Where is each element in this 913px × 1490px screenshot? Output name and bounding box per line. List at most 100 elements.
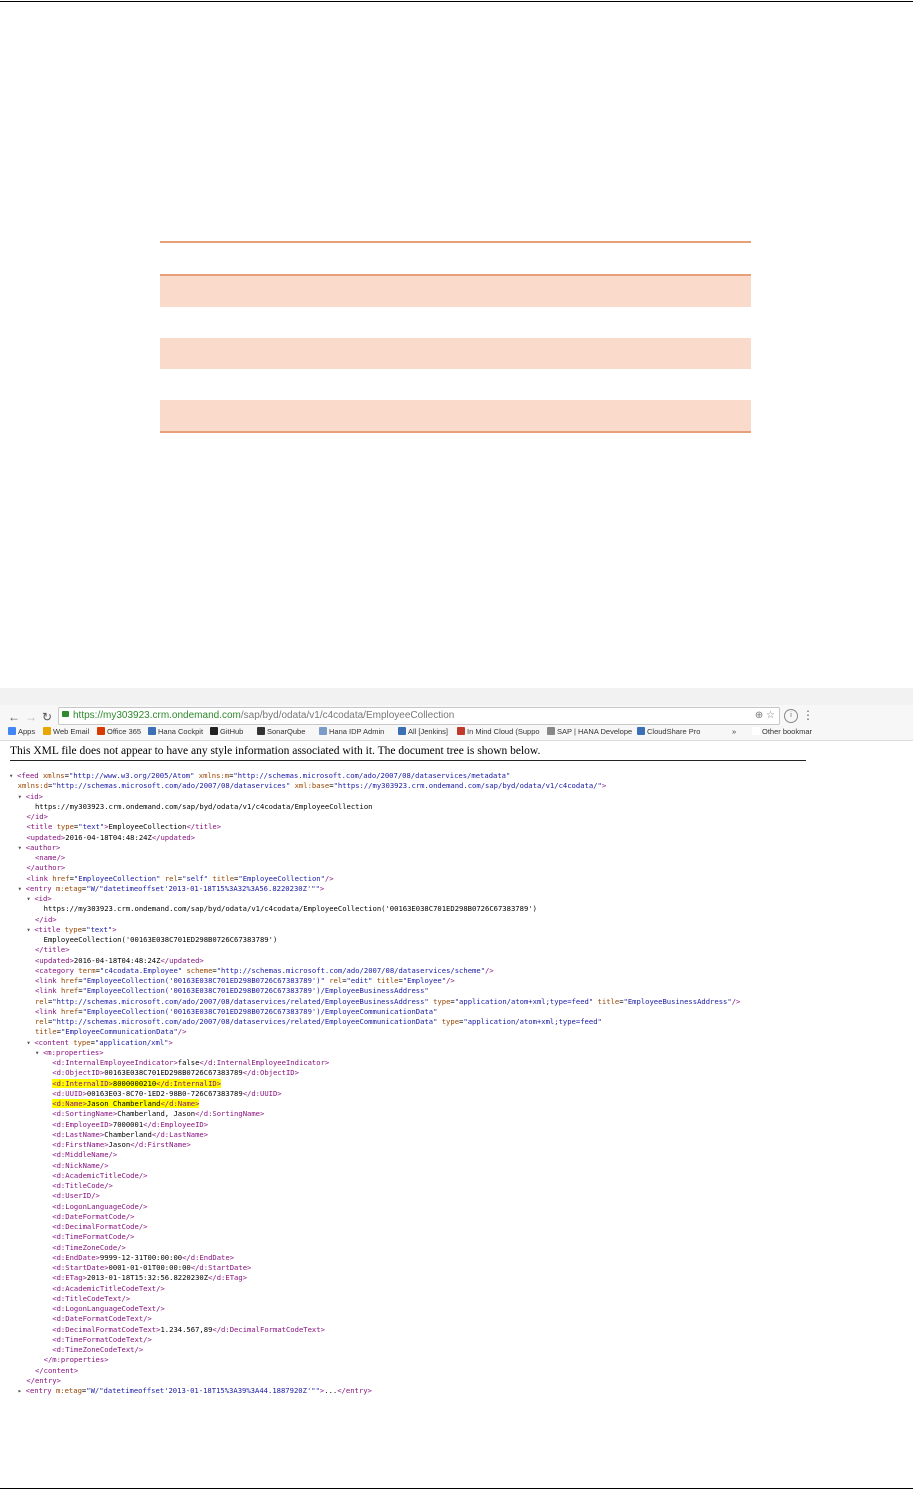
table-header-row	[160, 243, 751, 276]
xml-line: <d:TimeFormatCode/>	[52, 1232, 135, 1242]
xml-line: <updated>2016-04-18T04:48:24Z</updated>	[34, 955, 204, 965]
bookmark-label: SonarQube	[267, 727, 306, 736]
xml-line: </title>	[34, 945, 70, 955]
xml-line: <title type="text">EmployeeCollection</t…	[26, 822, 222, 832]
bookmark-label: CloudShare Pro	[647, 727, 701, 736]
bookmark-label: In Mind Cloud (Suppo	[467, 727, 540, 736]
xml-line: ▾ <feed xmlns="http://www.w3.org/2005/Ato…	[9, 771, 511, 780]
xml-line: <d:TimeFormatCodeText/>	[52, 1334, 152, 1344]
xml-line: <d:MiddleName/>	[52, 1150, 118, 1160]
table-row	[160, 307, 751, 338]
xml-line: <d:InternalEmployeeIndicator>false</d:In…	[52, 1058, 330, 1067]
xml-line: ▾ <entry m:etag="W/"datetimeoffset'2013-0…	[17, 883, 325, 893]
menu-icon[interactable]: ⋮	[802, 708, 814, 722]
bookmark-label: Other bookmar	[762, 727, 813, 736]
xml-line: <d:DateFormatCode/>	[52, 1211, 135, 1221]
xml-line: ▸ <entry m:etag="W/"datetimeoffset'2013-0…	[17, 1386, 372, 1395]
xml-line: <d:DecimalFormatCodeText>1.234.567,89</d…	[52, 1324, 325, 1334]
bookmark-label: Hana IDP Admin	[329, 727, 385, 736]
xml-line: </content>	[34, 1365, 79, 1375]
xml-tree: ▾ <feed xmlns="http://www.w3.org/2005/Ato…	[9, 771, 809, 1396]
bookmark-label: Web Email	[53, 727, 90, 736]
xml-line: <d:DecimalFormatCode/>	[52, 1222, 148, 1231]
xml-line: ▾ <title type="text">	[26, 924, 117, 934]
xml-line: ▾ <id>	[26, 894, 52, 903]
xml-line: <d:EmployeeID>7000001</d:EmployeeID>	[52, 1119, 209, 1129]
address-url: https://my303923.crm.ondemand.com/sap/by…	[73, 708, 454, 724]
bookmark-icon	[8, 727, 16, 735]
bookmark-item[interactable]: SAP | HANA Develope	[547, 727, 632, 736]
xml-line: <link href="EmployeeCollection('00163E03…	[34, 1006, 438, 1016]
bookmark-item[interactable]: »	[732, 727, 736, 736]
bookmark-item[interactable]: All [Jenkins]	[398, 727, 448, 736]
bookmark-item[interactable]: CloudShare Pro	[637, 727, 700, 736]
address-bar[interactable]: https://my303923.crm.ondemand.com/sap/by…	[58, 707, 780, 725]
xml-line: <d:LogonLanguageCodeText/>	[52, 1304, 165, 1313]
xml-line: <category term="c4codata.Employee" schem…	[34, 965, 494, 975]
xml-line: <d:Name>Jason Chamberland</d:Name>	[52, 1099, 200, 1108]
bookmark-icon	[43, 727, 51, 735]
bookmark-icon	[457, 727, 465, 735]
xml-line: https://my303923.crm.ondemand.com/sap/by…	[9, 904, 537, 914]
xml-line: <name/>	[34, 853, 66, 862]
table-row	[160, 338, 751, 369]
xml-line: ▾ <author>	[17, 842, 61, 852]
forward-icon[interactable]: →	[25, 710, 37, 724]
bookmark-label: All [Jenkins]	[408, 727, 449, 736]
bookmark-item[interactable]: SonarQube	[257, 727, 305, 736]
xml-line: <d:AcademicTitleCodeText/>	[52, 1283, 165, 1293]
xml-line: </id>	[26, 812, 48, 821]
bookmark-icon	[148, 727, 156, 735]
bookmark-item[interactable]: GitHub	[210, 727, 243, 736]
bookmark-label: »	[732, 727, 737, 736]
page-top-rule	[0, 1, 913, 2]
xml-line: <d:StartDate>0001-01-01T00:00:00</d:Star…	[52, 1263, 252, 1272]
xml-line: <d:TimeZoneCode/>	[52, 1242, 126, 1252]
bookmark-label: Apps	[18, 727, 36, 736]
xml-line: ▾ <id>	[17, 791, 43, 801]
xml-line: <d:EndDate>9999-12-31T00:00:00</d:EndDat…	[52, 1252, 235, 1262]
bookmark-icon	[257, 727, 265, 735]
xml-line: <d:UserID/>	[52, 1191, 100, 1201]
xml-line: title="EmployeeCommunicationData"/>	[34, 1027, 187, 1037]
bookmark-item[interactable]: Apps	[8, 727, 35, 736]
notice-divider	[10, 760, 806, 761]
xml-line: xmlns:d="http://schemas.microsoft.com/ad…	[17, 781, 607, 791]
bookmark-item[interactable]: In Mind Cloud (Suppo	[457, 727, 540, 736]
xml-line: ▾ <m:properties>	[34, 1047, 104, 1057]
xml-line: </id>	[34, 914, 57, 924]
back-icon[interactable]: ←	[8, 710, 20, 724]
xml-line: <d:AcademicTitleCode/>	[52, 1170, 148, 1180]
bookmark-item[interactable]: Hana Cockpit	[148, 727, 203, 736]
xml-line: ▾ <content type="application/xml">	[26, 1037, 173, 1047]
lock-icon	[62, 711, 69, 717]
table-row	[160, 400, 751, 431]
xml-line: <d:InternalID>8000000210</d:InternalID>	[52, 1078, 222, 1088]
bookmark-item[interactable]: Other bookmar	[752, 727, 812, 736]
xml-line: <link href="EmployeeCollection" rel="sel…	[26, 873, 334, 883]
xml-line: <d:NickName/>	[52, 1160, 109, 1170]
zoom-star-icons[interactable]: ⊕ ☆	[755, 708, 775, 724]
extension-icon[interactable]: i	[784, 709, 798, 723]
xml-line: <d:TitleCodeText/>	[52, 1293, 131, 1303]
table-row	[160, 369, 751, 400]
bookmark-icon	[637, 727, 645, 735]
bookmark-icon	[97, 727, 105, 735]
xml-line: <d:FirstName>Jason</d:FirstName>	[52, 1140, 191, 1149]
bookmark-item[interactable]: Office 365	[97, 727, 141, 736]
bookmark-label: Hana Cockpit	[158, 727, 204, 736]
tab-strip	[0, 688, 913, 705]
bookmark-label: GitHub	[220, 727, 244, 736]
xml-line: <d:LastName>Chamberland</d:LastName>	[52, 1129, 209, 1139]
bookmark-icon	[210, 727, 218, 735]
bookmark-item[interactable]: Web Email	[43, 727, 89, 736]
bookmark-icon	[752, 727, 760, 735]
reload-icon[interactable]: ↻	[42, 710, 52, 724]
page-bottom-rule	[0, 1488, 913, 1489]
xml-line: </m:properties>	[43, 1355, 109, 1365]
xml-line: </entry>	[26, 1375, 61, 1385]
url-domain: https://my303923.crm.ondemand.com	[73, 710, 241, 721]
xml-line: <updated>2016-04-18T04:48:24Z</updated>	[26, 832, 196, 842]
browser-screenshot: ← → ↻ https://my303923.crm.ondemand.com/…	[0, 688, 913, 1408]
bookmark-item[interactable]: Hana IDP Admin	[319, 727, 384, 736]
